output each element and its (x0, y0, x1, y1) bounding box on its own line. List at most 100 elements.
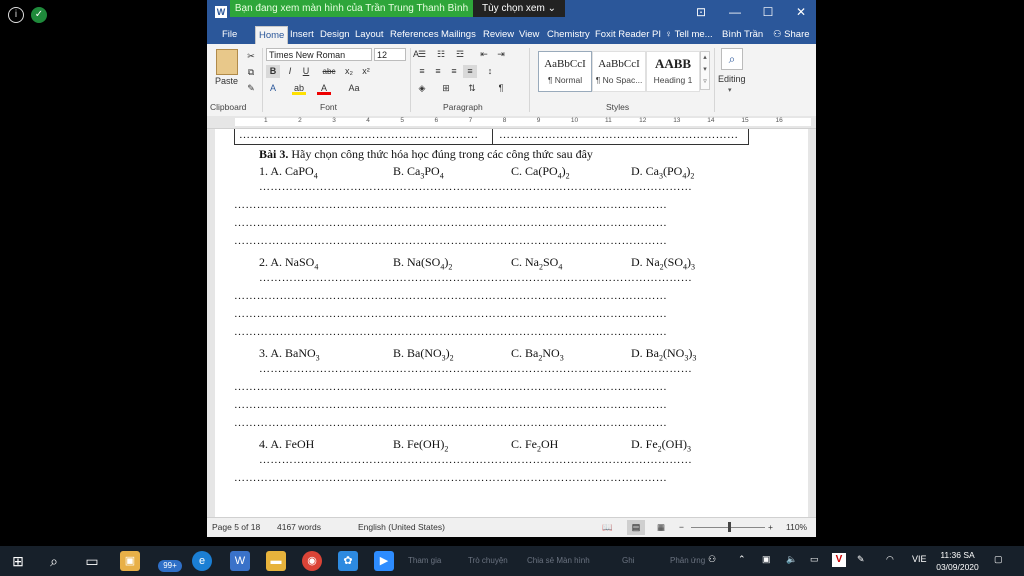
document-page[interactable]: ……………………………………………………… ………………………………………………… (215, 129, 808, 517)
shading-icon[interactable]: ◈ (415, 82, 429, 95)
ruler-number: 11 (605, 117, 612, 124)
editing-label[interactable]: Editing (718, 74, 746, 84)
style-no-spacing[interactable]: AaBbCcI ¶ No Spac... (592, 51, 646, 92)
tab-insert[interactable]: Insert (287, 25, 317, 44)
style-heading-1[interactable]: AABB Heading 1 (646, 51, 700, 92)
cut-icon[interactable]: ✂ (244, 50, 258, 63)
text-effects-icon[interactable]: A (266, 82, 280, 95)
font-name-combo[interactable]: Times New Roman (266, 48, 372, 61)
people-icon[interactable]: ⚇ (708, 554, 716, 565)
word-count[interactable]: 4167 words (277, 522, 321, 532)
ribbon-display-button[interactable]: ⊡ (685, 0, 717, 25)
tray-chevron-up-icon[interactable]: ⌃ (738, 554, 746, 565)
file-explorer-icon[interactable]: ▬ (266, 551, 286, 571)
zoom-out-icon[interactable]: − (679, 522, 684, 532)
print-layout-icon[interactable]: ▤ (627, 520, 645, 535)
app-icon[interactable]: ✿ (338, 551, 358, 571)
read-mode-icon[interactable]: 📖 (602, 522, 613, 533)
unikey-icon[interactable]: V (832, 553, 846, 567)
zoom-slider-thumb[interactable] (728, 522, 731, 532)
justify-icon[interactable]: ≡ (463, 65, 477, 78)
zoom-tray-icon[interactable]: ▣ (762, 554, 771, 565)
minimize-button[interactable]: — (719, 0, 751, 25)
tab-chemistry[interactable]: Chemistry (544, 25, 593, 44)
chrome-icon[interactable]: ◉ (302, 551, 322, 571)
borders-icon[interactable]: ⊞ (439, 82, 453, 95)
styles-scroll-chevron-icon[interactable]: ▴ ▾ ▿ (700, 51, 710, 90)
align-center-icon[interactable]: ≡ (431, 65, 445, 78)
maximize-button[interactable]: ☐ (752, 0, 784, 25)
zoom-app-icon[interactable]: ▶ (374, 551, 394, 571)
vertical-scrollbar[interactable] (808, 129, 816, 517)
tab-layout[interactable]: Layout (352, 25, 387, 44)
windows-start-icon[interactable]: ⊞ (8, 551, 28, 571)
store-icon[interactable]: ▣ (120, 551, 140, 571)
close-button[interactable]: ✕ (785, 0, 816, 25)
ruler-number: 8 (502, 117, 507, 124)
tab-design[interactable]: Design (317, 25, 353, 44)
language-status[interactable]: English (United States) (358, 522, 445, 532)
web-layout-icon[interactable]: ▦ (657, 522, 665, 533)
edge-icon[interactable]: e (192, 551, 212, 571)
paste-label[interactable]: Paste (215, 76, 238, 86)
wifi-icon[interactable]: ◠ (886, 554, 894, 565)
font-color-icon[interactable]: A (317, 82, 331, 95)
font-size-combo[interactable]: 12 (374, 48, 406, 61)
tell-me-search[interactable]: ♀ Tell me... (662, 25, 716, 44)
horizontal-ruler[interactable]: 1 2 3 4 5 6 7 8 9 10 11 12 13 14 15 16 (207, 116, 816, 129)
subscript-button[interactable]: x₂ (342, 65, 356, 78)
notification-badge: 99+ (158, 560, 182, 572)
clock[interactable]: 11:36 SA 03/09/2020 (935, 549, 980, 573)
line-spacing-icon[interactable]: ↕ (483, 65, 497, 78)
underline-button[interactable]: U (299, 65, 313, 78)
volume-icon[interactable]: 🔈 (786, 554, 797, 565)
bullets-icon[interactable]: ☰ (415, 48, 429, 61)
ruler-number: 5 (400, 117, 405, 124)
task-view-icon[interactable]: ▭ (82, 551, 102, 571)
tab-view[interactable]: View (516, 25, 542, 44)
search-icon[interactable]: ⌕ (721, 48, 743, 70)
numbering-icon[interactable]: ☷ (434, 48, 448, 61)
tab-home[interactable]: Home (255, 26, 289, 45)
bold-button[interactable]: B (266, 65, 280, 78)
tab-foxit-reader[interactable]: Foxit Reader PI (592, 25, 664, 44)
info-icon[interactable]: i (8, 7, 24, 23)
zoom-level[interactable]: 110% (786, 522, 807, 532)
account-name[interactable]: Bình Trần (719, 25, 766, 44)
align-left-icon[interactable]: ≡ (415, 65, 429, 78)
tab-review[interactable]: Review (480, 25, 517, 44)
paste-icon[interactable] (216, 49, 238, 75)
copy-icon[interactable]: ⧉ (244, 66, 258, 79)
multilevel-list-icon[interactable]: ☲ (453, 48, 467, 61)
search-taskbar-icon[interactable]: ⌕ (44, 551, 64, 571)
input-language[interactable]: VIE (912, 554, 927, 564)
style-normal[interactable]: AaBbCcI ¶ Normal (538, 51, 592, 92)
strikethrough-button[interactable]: abc (322, 65, 336, 78)
page-count[interactable]: Page 5 of 18 (212, 522, 260, 532)
word-taskbar-icon[interactable]: W (230, 551, 250, 571)
notifications-icon[interactable]: ▢ (994, 554, 1003, 565)
pen-icon[interactable]: ✎ (857, 554, 865, 565)
view-options-button[interactable]: Tùy chọn xem ⌄ (473, 0, 565, 17)
sort-icon[interactable]: ⇅ (465, 82, 479, 95)
battery-icon[interactable]: ▭ (810, 554, 819, 565)
answer-dotted-line: …………………………………………………………………………………………………… (259, 272, 693, 284)
zoom-in-icon[interactable]: + (768, 522, 773, 532)
italic-button[interactable]: I (283, 65, 297, 78)
format-painter-icon[interactable]: ✎ (244, 82, 258, 95)
tab-file[interactable]: File (219, 25, 240, 44)
ruler-number: 4 (366, 117, 370, 124)
tab-references[interactable]: References (387, 25, 442, 44)
decrease-indent-icon[interactable]: ⇤ (477, 48, 491, 61)
align-right-icon[interactable]: ≡ (447, 65, 461, 78)
superscript-button[interactable]: x² (359, 65, 373, 78)
change-case-icon[interactable]: Aa (343, 82, 365, 95)
share-button[interactable]: ⚇ Share (770, 25, 813, 44)
ruler-number: 7 (468, 117, 473, 124)
tab-mailings[interactable]: Mailings (438, 25, 479, 44)
clock-time: 11:36 SA (940, 550, 975, 560)
editing-chevron-down-icon[interactable]: ▾ (728, 86, 732, 94)
highlight-icon[interactable]: ab (292, 82, 306, 95)
increase-indent-icon[interactable]: ⇥ (494, 48, 508, 61)
pilcrow-icon[interactable]: ¶ (494, 82, 508, 95)
